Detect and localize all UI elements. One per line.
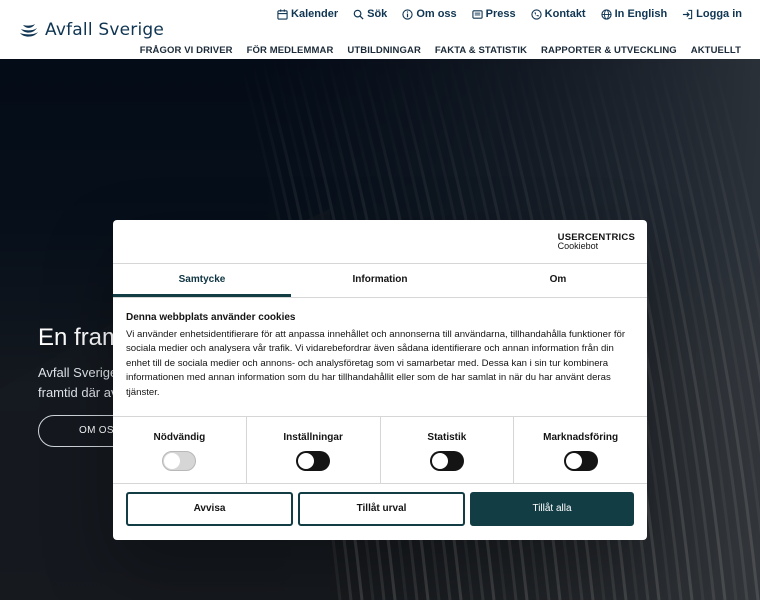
- util-link-sok[interactable]: Sök: [353, 8, 387, 20]
- tab-information[interactable]: Information: [291, 264, 469, 297]
- util-label: Sök: [367, 8, 388, 20]
- category-label: Statistik: [427, 432, 467, 443]
- util-link-kontakt[interactable]: Kontakt: [531, 8, 586, 20]
- util-label: In English: [614, 8, 668, 20]
- tab-om[interactable]: Om: [469, 264, 647, 297]
- allow-all-button[interactable]: Tillåt alla: [470, 492, 634, 526]
- nav-rapporter-utveckling[interactable]: RAPPORTER & UTVECKLING: [541, 45, 677, 56]
- cookie-categories: Nödvändig Inställningar Statistik Markna…: [113, 416, 647, 484]
- usercentrics-logo[interactable]: USERCENTRICS Cookiebot: [558, 233, 635, 251]
- util-link-kalender[interactable]: Kalender: [277, 8, 338, 20]
- util-label: Press: [485, 8, 516, 20]
- cookiebot-logo-text: Cookiebot: [557, 241, 599, 251]
- utility-nav: Kalender Sök Om oss Press Kontakt In Eng…: [262, 8, 742, 20]
- newspaper-icon: [472, 9, 483, 19]
- nav-aktuellt[interactable]: AKTUELLT: [691, 45, 741, 56]
- util-label: Om oss: [416, 8, 457, 20]
- category-installningar: Inställningar: [247, 417, 381, 483]
- hero-title: En fram: [38, 324, 123, 351]
- category-nodvandig: Nödvändig: [113, 417, 247, 483]
- search-icon: [353, 9, 364, 20]
- reject-button[interactable]: Avvisa: [126, 492, 293, 526]
- util-label: Kalender: [291, 8, 339, 20]
- cookie-heading: Denna webbplats använder cookies: [126, 312, 296, 323]
- logo-text: Avfall Sverige: [45, 20, 165, 40]
- toggle-marknadsforing[interactable]: [563, 451, 598, 471]
- phone-icon: [531, 8, 542, 20]
- category-marknadsforing: Marknadsföring: [514, 417, 647, 483]
- info-icon: [402, 8, 413, 20]
- allow-selection-button[interactable]: Tillåt urval: [298, 492, 465, 526]
- cookie-tabs: Samtycke Information Om: [113, 264, 647, 298]
- site-logo[interactable]: Avfall Sverige: [18, 19, 164, 41]
- util-link-press[interactable]: Press: [472, 8, 516, 20]
- category-label: Nödvändig: [153, 432, 206, 443]
- globe-icon: [600, 8, 612, 20]
- logo-mark-icon: [20, 24, 38, 37]
- toggle-statistik[interactable]: [429, 451, 464, 471]
- site-header: Avfall Sverige Kalender Sök Om oss Press…: [0, 0, 760, 59]
- nav-utbildningar[interactable]: UTBILDNINGAR: [347, 45, 421, 56]
- cookie-dialog-header: USERCENTRICS Cookiebot: [113, 220, 647, 264]
- util-link-logga-in[interactable]: Logga in: [682, 8, 742, 20]
- main-nav: FRÅGOR VI DRIVER FÖR MEDLEMMAR UTBILDNIN…: [126, 45, 741, 56]
- nav-fakta-statistik[interactable]: FAKTA & STATISTIK: [435, 45, 527, 56]
- tab-samtycke[interactable]: Samtycke: [113, 264, 291, 297]
- nav-fragor-vi-driver[interactable]: FRÅGOR VI DRIVER: [140, 45, 233, 56]
- category-label: Marknadsföring: [543, 432, 619, 443]
- category-label: Inställningar: [283, 432, 343, 443]
- util-label: Kontakt: [544, 8, 586, 20]
- util-label: Logga in: [696, 8, 742, 20]
- calendar-icon: [277, 8, 288, 20]
- nav-for-medlemmar[interactable]: FÖR MEDLEMMAR: [247, 45, 334, 56]
- util-link-in-english[interactable]: In English: [600, 8, 668, 20]
- cookie-consent-dialog: USERCENTRICS Cookiebot Samtycke Informat…: [113, 220, 647, 540]
- cookie-description: Vi använder enhetsidentifierare för att …: [126, 329, 626, 398]
- cookie-body: Denna webbplats använder cookies Vi anvä…: [113, 298, 647, 416]
- login-icon: [683, 9, 693, 19]
- toggle-nodvandig: [162, 451, 197, 471]
- toggle-installningar[interactable]: [296, 451, 331, 471]
- category-statistik: Statistik: [381, 417, 515, 483]
- cookie-actions: Avvisa Tillåt urval Tillåt alla: [113, 484, 647, 534]
- util-link-om-oss[interactable]: Om oss: [402, 8, 457, 20]
